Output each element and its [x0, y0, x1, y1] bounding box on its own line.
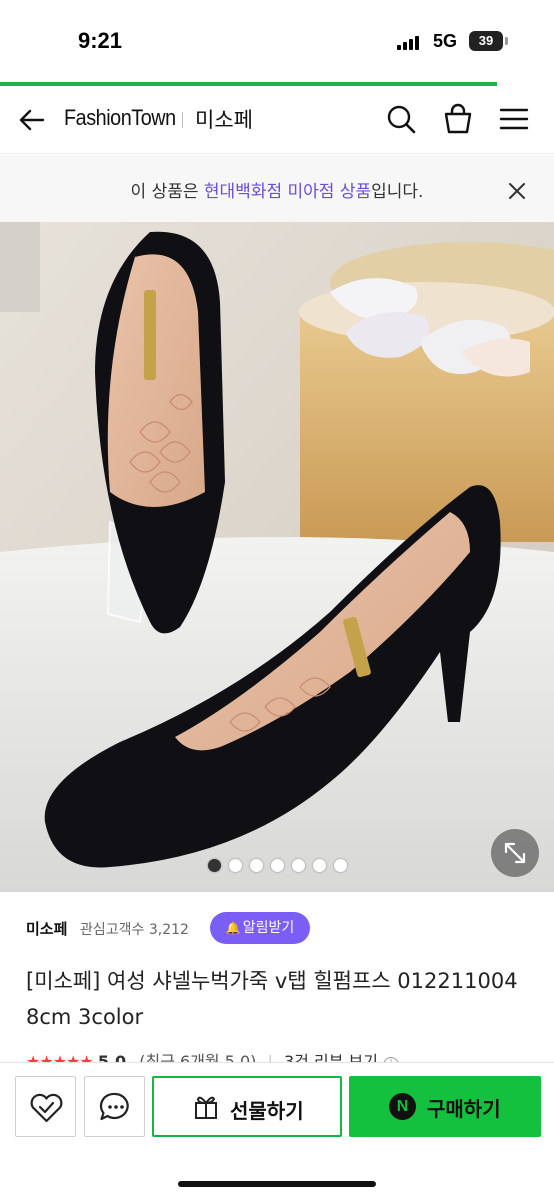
gallery-dot-4[interactable] [270, 859, 284, 872]
battery-nub [505, 37, 508, 45]
store-notice-highlight[interactable]: 현대백화점 미아점 상품 [204, 182, 371, 202]
expand-icon [504, 842, 526, 864]
shopping-bag-icon[interactable] [441, 102, 475, 136]
chat-bubble-icon [99, 1092, 129, 1121]
store-notice-banner: 이 상품은 현대백화점 미아점 상품입니다. [0, 155, 554, 222]
talk-talk-button[interactable] [84, 1076, 145, 1137]
wishlist-button[interactable] [15, 1076, 76, 1137]
subscribe-alarm-button[interactable]: 🔔 알림받기 [210, 912, 310, 944]
follower-count: 관심고객수 3,212 [80, 922, 189, 938]
brand-divider [182, 112, 183, 128]
gallery-dot-2[interactable] [228, 859, 242, 872]
status-bar: 9:21 5G 39 [0, 0, 554, 82]
gallery-dot-5[interactable] [291, 859, 305, 872]
brand-logo[interactable]: FashionTown [64, 105, 176, 131]
gallery-dot-6[interactable] [312, 859, 326, 872]
gift-button[interactable]: 선물하기 [152, 1076, 342, 1137]
back-arrow-icon[interactable] [16, 104, 48, 136]
gift-icon [195, 1096, 217, 1119]
search-icon[interactable] [384, 102, 418, 136]
expand-image-button[interactable] [491, 829, 539, 877]
store-notice-text: 이 상품은 현대백화점 미아점 상품입니다. [130, 182, 424, 202]
home-indicator [178, 1181, 376, 1187]
buy-button[interactable]: N 구매하기 [349, 1076, 541, 1137]
gallery-dot-7[interactable] [333, 859, 347, 872]
seller-name[interactable]: 미소페 [26, 918, 67, 939]
close-icon[interactable] [506, 180, 528, 202]
gallery-pagination[interactable] [0, 857, 554, 876]
npay-icon: N [389, 1093, 416, 1120]
bell-plus-icon: 🔔 [225, 921, 241, 935]
gallery-dot-3[interactable] [249, 859, 263, 872]
gift-button-label: 선물하기 [230, 1099, 304, 1123]
heart-check-icon [30, 1093, 63, 1123]
gallery-dot-1[interactable] [207, 859, 221, 872]
product-photo [0, 222, 554, 892]
battery-icon: 39 [469, 31, 503, 51]
app-header: FashionTown 미소페 [0, 86, 554, 154]
product-title: [미소페] 여성 샤넬누벅가죽 v탭 힐펌프스 012211004 8cm 3c… [26, 969, 518, 1029]
product-image[interactable] [0, 222, 554, 892]
status-time: 9:21 [78, 28, 123, 53]
shop-name[interactable]: 미소페 [195, 104, 253, 134]
signal-icon [397, 34, 423, 50]
network-type: 5G [433, 31, 458, 51]
subscribe-alarm-label: 알림받기 [242, 920, 295, 936]
buy-button-label: 구매하기 [427, 1097, 501, 1121]
menu-icon[interactable] [497, 102, 531, 136]
